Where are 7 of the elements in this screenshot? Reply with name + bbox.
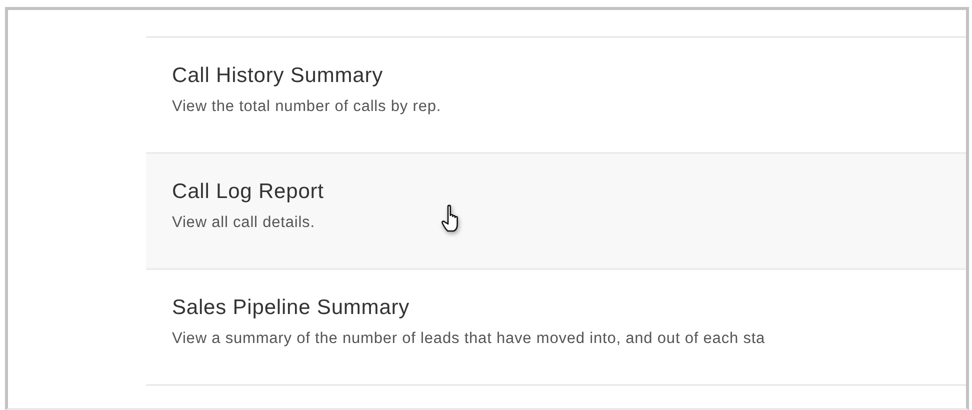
report-title: Sales Pipeline Summary: [172, 296, 410, 320]
report-description: View the total number of calls by rep.: [172, 98, 442, 116]
report-description: View a summary of the number of leads that have moved into, and out of each sta: [172, 330, 766, 348]
report-description: View all call details.: [172, 214, 315, 232]
report-item[interactable]: Call Log Report View all call details.: [146, 154, 966, 270]
report-title: Call Log Report: [172, 180, 324, 204]
report-title: Call History Summary: [172, 64, 384, 88]
